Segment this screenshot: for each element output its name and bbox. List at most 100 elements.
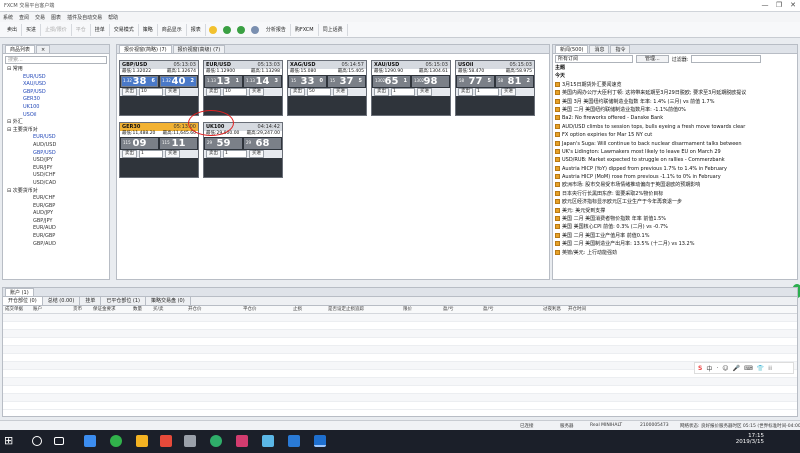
sell-button[interactable]: 卖出	[206, 150, 221, 158]
news-item[interactable]: UK's Lidington: Lawmakers most likely to…	[553, 148, 797, 156]
sell-price-box[interactable]: 1.32 38 6	[121, 76, 158, 87]
symbol-tree-item[interactable]: EUR/CHF	[3, 195, 109, 203]
tab-messages[interactable]: 消息	[589, 45, 610, 53]
symbol-tree-item[interactable]: EUR/USD	[3, 134, 109, 142]
symbol-tree-item[interactable]: GBP/USD	[3, 150, 109, 158]
news-item[interactable]: 美国 二月 美国工业产值月率 前值0.1%	[553, 232, 797, 240]
news-item[interactable]: 美国 二月 美国制造业产出月率: 13.5% (十二月) vs 13.2%	[553, 240, 797, 248]
news-item[interactable]: 欧洲市场: 股市交易受市场情绪推动偏向于英国退欧的预期影响	[553, 181, 797, 189]
quantity-field[interactable]: 50	[307, 88, 331, 96]
app-gray-icon[interactable]	[184, 435, 196, 447]
menu-item-1[interactable]: 查阅	[19, 14, 29, 21]
symbol-search-input[interactable]: 搜索...	[5, 56, 107, 64]
ime-item-5[interactable]: ⌨	[744, 365, 753, 372]
quantity-field[interactable]: 1	[223, 150, 247, 158]
toolbar-button-0[interactable]: 卖出	[3, 23, 23, 36]
buy-price-box[interactable]: 115 11	[160, 138, 197, 149]
symbol-tree-item[interactable]: XAU/USD	[3, 81, 109, 89]
buy-price-box[interactable]: 1.13 14 3	[244, 76, 281, 87]
symbol-tree-item[interactable]: GER30	[3, 96, 109, 104]
buy-price-box[interactable]: 58 81 2	[496, 76, 533, 87]
quote-symbol[interactable]: GER30	[122, 123, 140, 131]
column-header[interactable]: 保证金要求	[93, 306, 116, 314]
toolbar-button-8[interactable]: 报表	[187, 23, 206, 36]
quantity-field[interactable]: 1	[139, 150, 163, 158]
news-item[interactable]: 日本央行行长黑田东彦: 需要采取2%物价目标	[553, 190, 797, 198]
symbol-tree-item[interactable]: EUR/AUD	[3, 225, 109, 233]
symbol-tree-item[interactable]: USD/CHF	[3, 172, 109, 180]
tab-quote-simple[interactable]: 报价视窗(简略) (7)	[119, 45, 172, 53]
column-header[interactable]: 止损	[293, 306, 302, 314]
toolbar-button-1[interactable]: 买进	[22, 23, 42, 36]
news-item[interactable]: Austria HICP (MoM) rose from previous -1…	[553, 173, 797, 181]
manage-button[interactable]: 管理...	[636, 55, 669, 63]
ime-item-4[interactable]: 🎤	[733, 365, 740, 372]
toolbar-button-10[interactable]: 购FXCM	[291, 23, 319, 36]
ime-item-7[interactable]: ⁞⁞	[768, 365, 772, 372]
toolbar-round-icon-0[interactable]	[208, 25, 217, 34]
toolbar-button-5[interactable]: 交易模式	[110, 23, 139, 36]
ime-toolbar[interactable]: S 中 · ☺ 🎤 ⌨ 👕 ⁞⁞	[694, 362, 794, 374]
quantity-field[interactable]: 1	[391, 88, 415, 96]
column-header[interactable]: 开仓时间	[568, 306, 586, 314]
sell-button[interactable]: 卖出	[122, 150, 137, 158]
quote-symbol[interactable]: GBP/USD	[122, 61, 147, 69]
buy-price-box[interactable]: 29 68	[244, 138, 281, 149]
app-chrome-icon[interactable]	[210, 435, 222, 447]
ime-item-0[interactable]: S	[698, 365, 702, 372]
account-subtab-3[interactable]: 已平仓部位 (1)	[101, 297, 147, 305]
toolbar-button-3[interactable]: 平仓	[72, 23, 91, 36]
task-view-icon[interactable]	[54, 437, 64, 445]
toolbar-button-11[interactable]: 同上话费	[319, 23, 348, 36]
symbol-tree-item[interactable]: ⊟ 外汇	[3, 119, 109, 127]
app-red-icon[interactable]	[160, 435, 172, 447]
news-item[interactable]: USD/RUB: Market expected to struggle on …	[553, 156, 797, 164]
news-item[interactable]: AUD/USD climbs to session tops, bulls ey…	[553, 123, 797, 131]
taskbar-clock[interactable]: 17:15 2019/3/15	[736, 433, 764, 445]
start-icon[interactable]: ⊞	[4, 435, 16, 447]
symbol-tree-item[interactable]: AUD/USD	[3, 142, 109, 150]
tab-orders[interactable]: 指令	[610, 45, 631, 53]
sell-price-box[interactable]: 115 09	[121, 138, 158, 149]
buy-button[interactable]: 买进	[165, 150, 180, 158]
app-pink-icon[interactable]	[236, 435, 248, 447]
news-item[interactable]: 美国 美国核心CPI 前值: 0.3% (二月) vs -0.7%	[553, 223, 797, 231]
news-item[interactable]: 美国 3月 美国纽约联储制造业指数 年率: 1.4% (三月) vs 前值 1.…	[553, 98, 797, 106]
quote-symbol[interactable]: USOil	[458, 61, 473, 69]
sell-price-box[interactable]: 1302 65 1	[373, 76, 410, 87]
sell-price-box[interactable]: 29 59	[205, 138, 242, 149]
sell-button[interactable]: 卖出	[290, 88, 305, 96]
app-z-icon[interactable]	[288, 435, 300, 447]
news-item[interactable]: Austria HICP (YoY) dipped from previous …	[553, 165, 797, 173]
column-header[interactable]: 账户	[33, 306, 42, 314]
news-item[interactable]: 美国 二月 美国纽约联储制造业指数月率: -1.1%前值0%	[553, 106, 797, 114]
edge-icon[interactable]	[84, 435, 96, 447]
column-header[interactable]: 开仓价	[188, 306, 202, 314]
news-item[interactable]: 美元: 美元受到支撑	[553, 207, 797, 215]
column-header[interactable]: 限价	[403, 306, 412, 314]
symbol-tree-item[interactable]: ⊟ 主要货币对	[3, 127, 109, 135]
menu-item-0[interactable]: 系统	[3, 14, 13, 21]
ime-item-6[interactable]: 👕	[757, 365, 764, 372]
symbol-tree-item[interactable]: EUR/USD	[3, 74, 109, 82]
symbol-tree-item[interactable]: ⊟ 常用	[3, 66, 109, 74]
news-item[interactable]: 美国 二月 美国消费者物价指数 年率 前值1.5%	[553, 215, 797, 223]
symbol-tree-item[interactable]: AUD/JPY	[3, 210, 109, 218]
toolbar-button-7[interactable]: 商品显示	[158, 23, 187, 36]
tab-account[interactable]: 账户 (1)	[5, 288, 34, 296]
buy-button[interactable]: 买进	[165, 88, 180, 96]
toolbar-round-icon-1[interactable]	[222, 25, 231, 34]
column-header[interactable]: 是否设定止损追踪	[328, 306, 364, 314]
quantity-field[interactable]: 10	[139, 88, 163, 96]
quantity-field[interactable]: 1	[475, 88, 499, 96]
quote-symbol[interactable]: XAU/USD	[374, 61, 399, 69]
sell-price-box[interactable]: 58 77 5	[457, 76, 494, 87]
news-item[interactable]: Ba2: No fireworks offered - Danske Bank	[553, 114, 797, 122]
ime-item-1[interactable]: 中	[706, 364, 712, 373]
minimize-button[interactable]: —	[758, 0, 772, 11]
buy-button[interactable]: 买进	[249, 88, 264, 96]
symbol-tree-item[interactable]: GBP/JPY	[3, 218, 109, 226]
news-item[interactable]: 欧元区经济指标显示欧元区工业生产于今年再衰退一步	[553, 198, 797, 206]
app-fxcm-icon[interactable]	[314, 435, 326, 447]
sell-price-box[interactable]: 15 33 0	[289, 76, 326, 87]
